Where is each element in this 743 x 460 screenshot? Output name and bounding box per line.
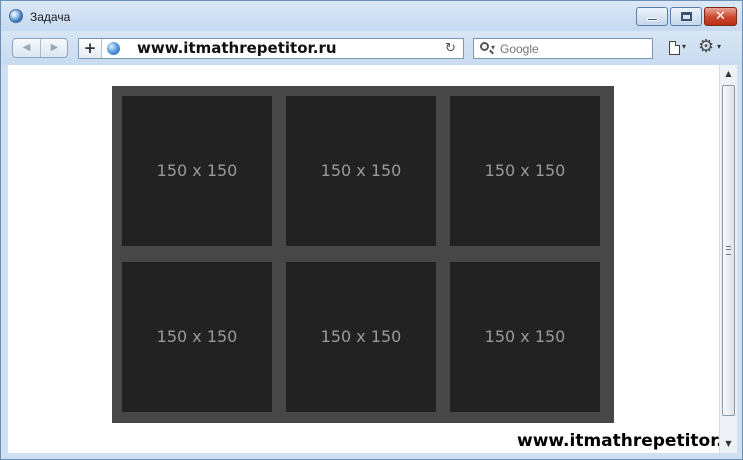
add-bookmark-button[interactable]: + [79,39,102,58]
page-icon[interactable] [669,41,680,55]
vertical-scrollbar[interactable]: ▲ ▼ [719,65,737,453]
navigation-toolbar: ◀ ▶ + www.itmathrepetitor.ru ↻ ▾ ▾ ⚙ ▾ [1,31,742,65]
browser-window: Задача ✕ ◀ ▶ + www.itmathrepetitor.ru ↻ … [0,0,743,460]
tile-label: 150 x 150 [320,327,402,346]
tile-label: 150 x 150 [320,161,402,180]
window-title: Задача [30,10,71,24]
grip-icon [726,246,731,255]
maximize-icon [681,12,692,21]
scroll-thumb[interactable] [722,85,735,416]
tile-label: 150 x 150 [156,161,238,180]
tile: 150 x 150 [122,262,272,412]
url-text[interactable]: www.itmathrepetitor.ru [137,39,337,58]
tile-label: 150 x 150 [484,327,566,346]
minimize-icon [647,18,658,21]
tile: 150 x 150 [286,96,436,246]
minimize-button[interactable] [636,7,668,26]
close-button[interactable]: ✕ [704,7,737,26]
reload-icon[interactable]: ↻ [445,40,456,57]
page-content: 150 x 150 150 x 150 150 x 150 150 x 150 … [8,65,719,453]
tile-grid: 150 x 150 150 x 150 150 x 150 150 x 150 … [112,86,614,423]
back-button[interactable]: ◀ [13,39,41,57]
tile-label: 150 x 150 [156,327,238,346]
gear-icon[interactable]: ⚙ [698,37,714,57]
browser-app-icon [9,9,23,23]
tile: 150 x 150 [450,262,600,412]
search-box[interactable]: ▾ [473,38,653,59]
search-input[interactable] [500,39,650,58]
maximize-button[interactable] [670,7,702,26]
page-menu-dropdown[interactable]: ▾ [682,42,686,51]
scroll-up-button[interactable]: ▲ [720,65,737,82]
title-bar[interactable]: Задача ✕ [1,1,742,31]
search-engine-dropdown[interactable]: ▾ [491,42,495,54]
tile: 150 x 150 [122,96,272,246]
tile: 150 x 150 [286,262,436,412]
scroll-down-button[interactable]: ▼ [720,435,737,452]
history-nav: ◀ ▶ [12,38,68,58]
site-watermark: www.itmathrepetitor.ru [517,431,719,451]
search-icon[interactable] [480,42,489,51]
tools-menu-dropdown[interactable]: ▾ [717,42,721,51]
tile-label: 150 x 150 [484,161,566,180]
close-icon: ✕ [715,9,726,24]
forward-button[interactable]: ▶ [41,39,68,57]
globe-icon [107,42,120,55]
tile: 150 x 150 [450,96,600,246]
address-bar[interactable]: + www.itmathrepetitor.ru ↻ [78,38,464,59]
